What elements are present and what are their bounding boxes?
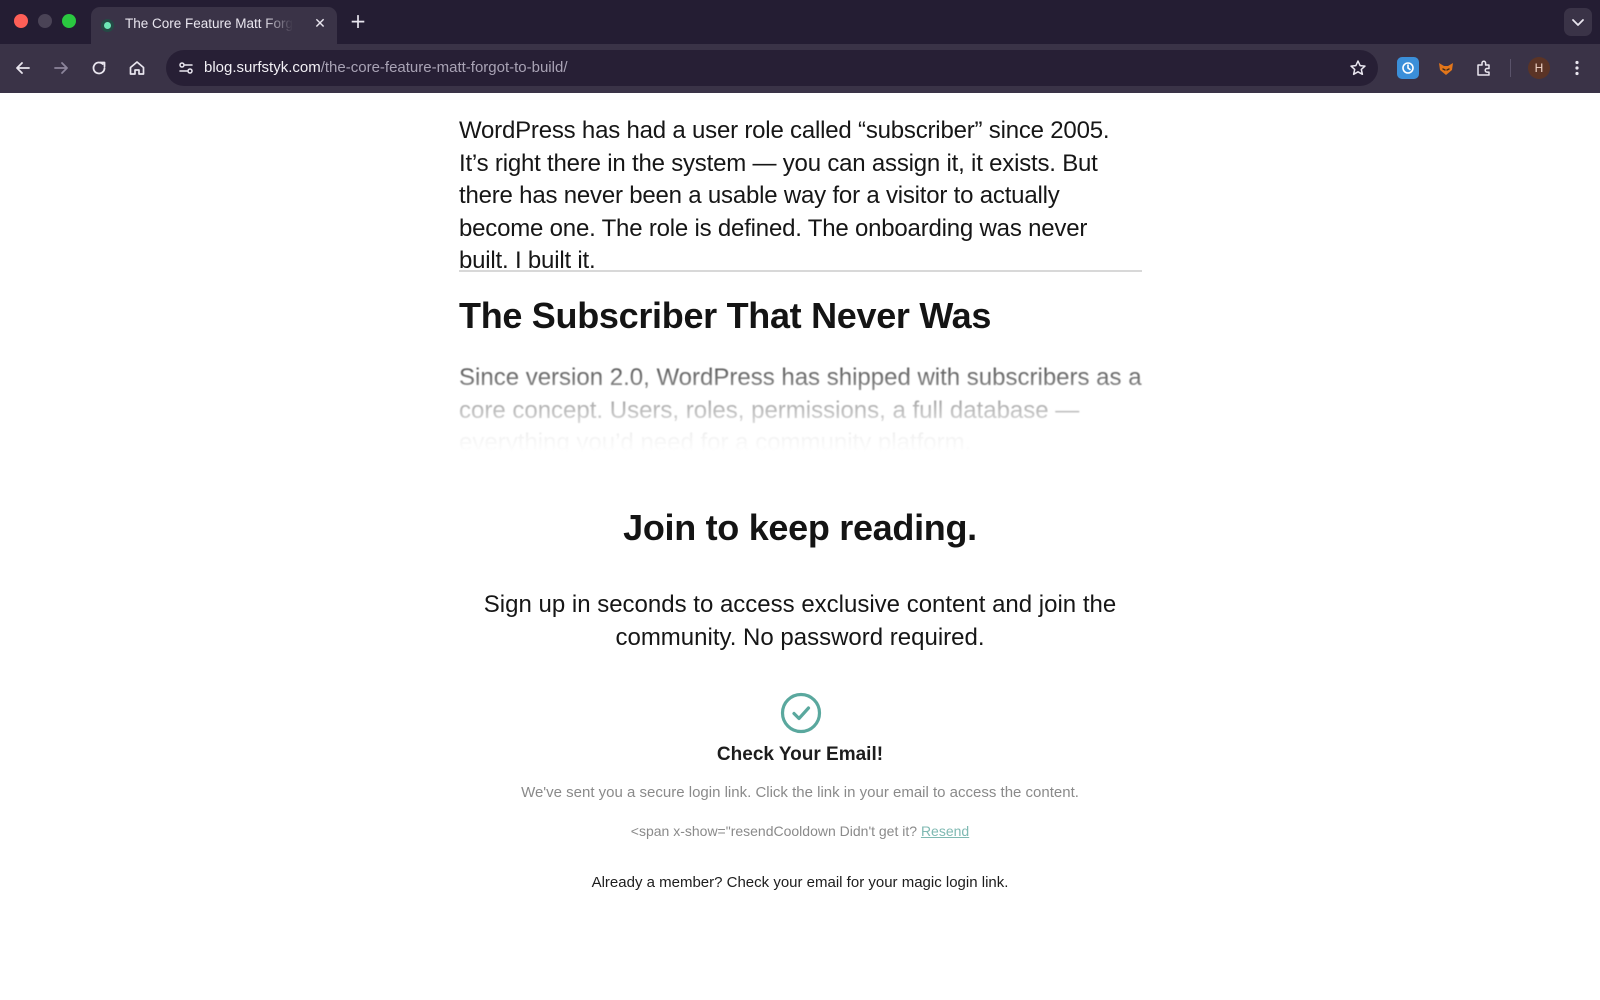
tab-title: The Core Feature Matt Forgot to Build — [125, 16, 293, 31]
browser-toolbar: blog.surfstyk.com/the-core-feature-matt-… — [0, 44, 1600, 93]
check-email-message: We've sent you a secure login link. Clic… — [521, 784, 1079, 801]
check-circle-icon — [780, 692, 822, 734]
extensions-puzzle-icon[interactable] — [1473, 57, 1495, 79]
forward-icon — [54, 62, 68, 74]
member-note: Already a member? Check your email for y… — [591, 874, 1009, 891]
page-content: WordPress has had a user role called “su… — [0, 93, 1600, 1000]
url-host: blog.surfstyk.com — [204, 59, 321, 76]
tab-close-icon[interactable]: ✕ — [311, 15, 329, 33]
browser-tab-strip: The Core Feature Matt Forgot to Build ✕ … — [0, 0, 1600, 44]
zoom-window-button[interactable] — [62, 14, 76, 28]
section-divider — [459, 270, 1142, 272]
minimize-window-button[interactable] — [38, 14, 52, 28]
reload-icon — [92, 61, 106, 75]
active-tab[interactable]: The Core Feature Matt Forgot to Build ✕ — [91, 7, 337, 44]
home-icon — [129, 61, 145, 75]
check-email-title: Check Your Email! — [716, 744, 884, 765]
paywall-subheading: Sign up in seconds to access exclusive c… — [483, 591, 1117, 651]
paywall-heading: Join to keep reading. — [623, 507, 977, 548]
profile-avatar[interactable]: H — [1528, 57, 1550, 79]
url-path: /the-core-feature-matt-forgot-to-build/ — [320, 59, 568, 76]
resend-prompt: <span x-show="resendCooldown Didn't get … — [630, 823, 918, 839]
forward-button[interactable] — [47, 54, 75, 82]
favicon-icon — [104, 22, 111, 29]
article-intro-paragraph: WordPress has had a user role called “su… — [459, 117, 1110, 274]
url-text[interactable]: blog.surfstyk.com/the-core-feature-matt-… — [204, 59, 568, 76]
site-settings-icon[interactable] — [174, 56, 198, 80]
extension-1-icon[interactable] — [1397, 57, 1419, 79]
back-button[interactable] — [9, 54, 37, 82]
bookmark-star-icon[interactable] — [1346, 56, 1370, 80]
reload-button[interactable] — [85, 54, 113, 82]
toolbar-divider — [1510, 59, 1511, 77]
section-heading: The Subscriber That Never Was — [459, 295, 992, 336]
blurred-teaser-paragraph: Since version 2.0, WordPress has shipped… — [459, 364, 1142, 452]
home-button[interactable] — [123, 54, 151, 82]
resend-line: <span x-show="resendCooldown Didn't get … — [0, 823, 1600, 839]
close-window-button[interactable] — [14, 14, 28, 28]
extension-2-icon[interactable] — [1435, 57, 1457, 79]
back-icon — [16, 62, 30, 74]
chevron-down-icon — [1572, 19, 1584, 26]
address-bar[interactable]: blog.surfstyk.com/the-core-feature-matt-… — [166, 50, 1378, 86]
tab-search-button[interactable] — [1564, 8, 1592, 36]
resend-link[interactable]: Resend — [921, 823, 969, 839]
new-tab-icon[interactable]: + — [348, 9, 368, 33]
menu-kebab-icon[interactable] — [1563, 54, 1591, 82]
